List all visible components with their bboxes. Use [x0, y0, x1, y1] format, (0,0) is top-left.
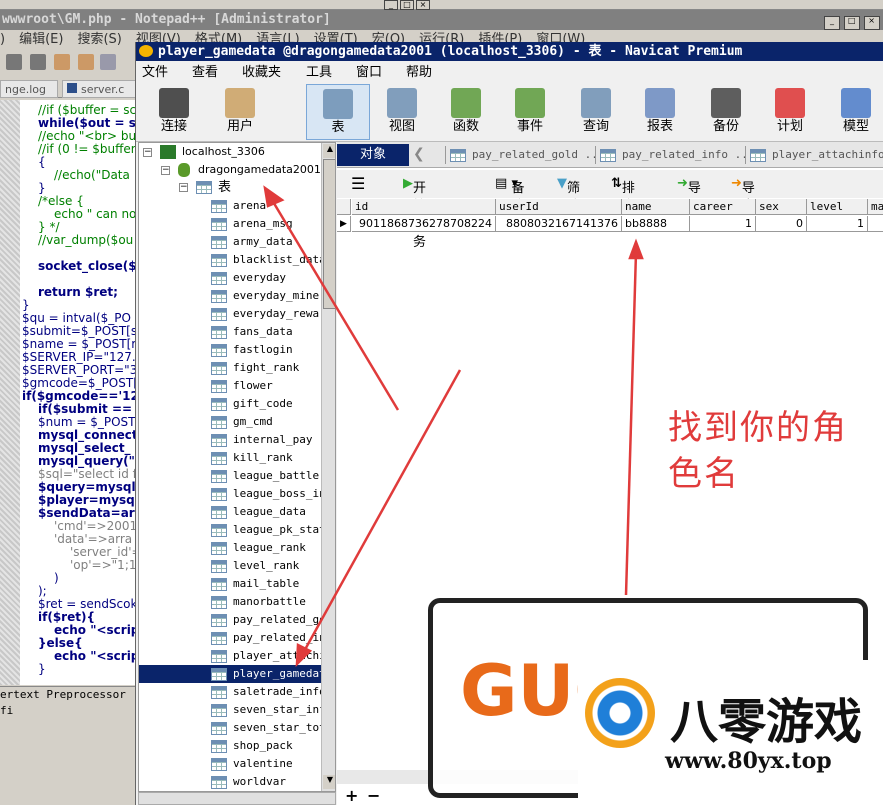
annotation-text: 找到你的角色名 — [668, 408, 848, 494]
arrow-head — [295, 643, 313, 668]
watermark: GUO 八零游戏 www.80yx.top — [420, 590, 883, 805]
arrow-head — [263, 185, 285, 208]
arrow-to-name-column — [624, 251, 638, 596]
arrow-to-database — [270, 199, 400, 411]
watermark-url: www.80yx.top — [665, 748, 832, 774]
arrow-head — [628, 238, 644, 260]
80yx-logo-icon — [585, 678, 655, 748]
watermark-brand: 八零游戏 — [670, 694, 863, 750]
